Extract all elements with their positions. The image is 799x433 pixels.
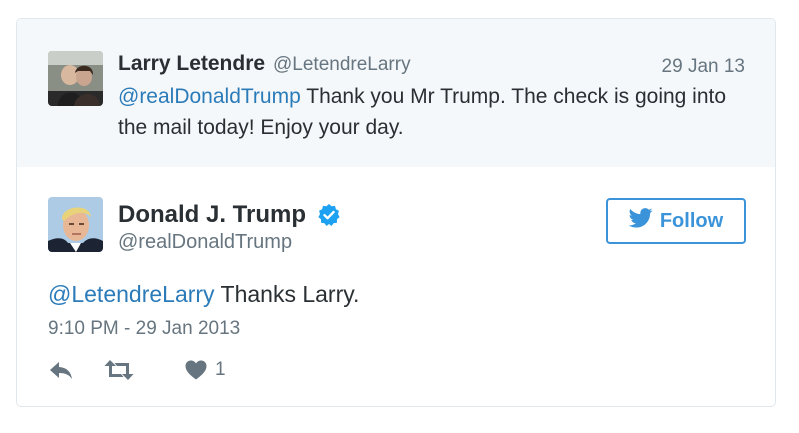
author-avatar[interactable] (48, 197, 103, 252)
parent-date[interactable]: 29 Jan 13 (662, 56, 745, 78)
like-count: 1 (215, 359, 226, 380)
author-handle[interactable]: @realDonaldTrump (118, 231, 292, 254)
retweet-icon[interactable] (104, 359, 134, 381)
parent-avatar[interactable] (48, 51, 103, 106)
tweet-timestamp[interactable]: 9:10 PM - 29 Jan 2013 (48, 318, 240, 340)
follow-label: Follow (659, 209, 724, 232)
parent-mention-link[interactable]: @realDonaldTrump (118, 85, 301, 108)
author-name[interactable]: Donald J. Trump (118, 201, 306, 229)
heart-icon (185, 360, 207, 380)
tweet-text-body: Thanks Larry. (214, 281, 360, 307)
like-button[interactable]: 1 (185, 359, 226, 381)
parent-author-name[interactable]: Larry Letendre (118, 52, 265, 76)
reply-icon[interactable] (48, 359, 74, 381)
tweet-text: @LetendreLarry Thanks Larry. (48, 281, 359, 308)
verified-badge-icon (317, 203, 341, 227)
parent-tweet-text: @realDonaldTrump Thank you Mr Trump. The… (118, 81, 758, 143)
mention-link[interactable]: @LetendreLarry (48, 281, 215, 307)
embedded-tweet-card: Larry Letendre @LetendreLarry 29 Jan 13 … (16, 18, 776, 407)
parent-tweet[interactable]: Larry Letendre @LetendreLarry 29 Jan 13 … (17, 19, 775, 167)
parent-author-handle[interactable]: @LetendreLarry (273, 54, 411, 76)
twitter-bird-icon (628, 208, 653, 234)
follow-button[interactable]: Follow (606, 198, 746, 244)
